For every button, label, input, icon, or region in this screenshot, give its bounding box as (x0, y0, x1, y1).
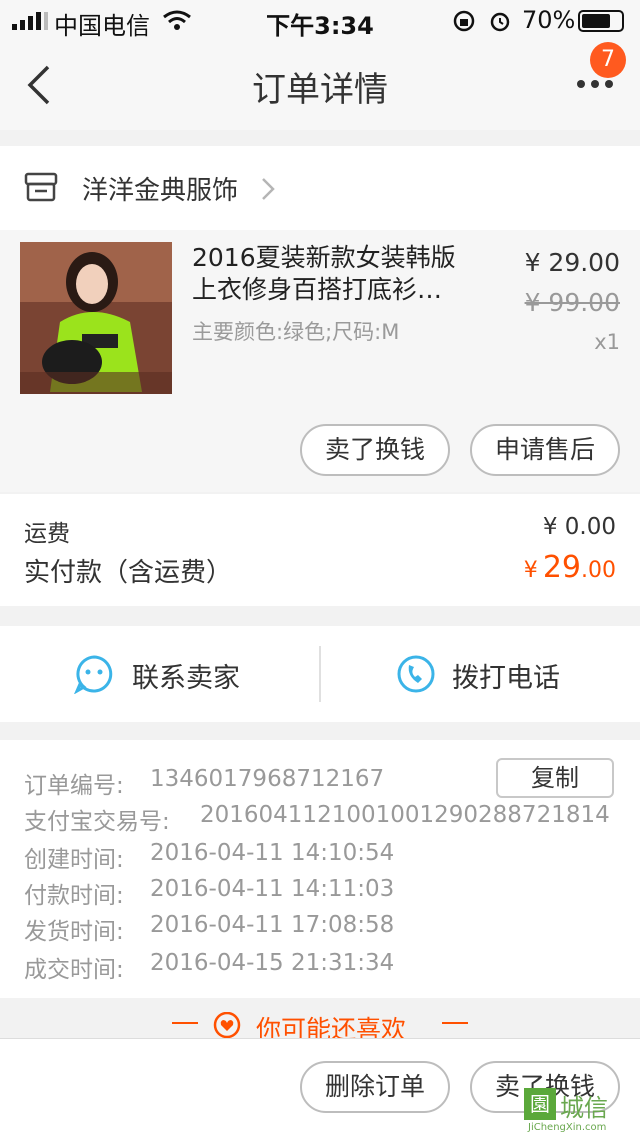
status-bar: 中国电信 下午3:34 70% (0, 0, 640, 40)
contact-row: 联系卖家 拨打电话 (0, 626, 640, 722)
shipped-time-value: 2016-04-11 17:08:58 (150, 912, 395, 938)
sell-item-button[interactable]: 卖了换钱 (300, 424, 450, 476)
order-number-value: 1346017968712167 (150, 766, 385, 792)
nav-bar: 订单详情 7 (0, 40, 640, 130)
paid-decimal: .00 (581, 558, 616, 583)
created-time-label: 创建时间: (24, 847, 124, 873)
product-title-line2: 上衣修身百搭打底衫… (192, 275, 443, 304)
delete-order-button[interactable]: 删除订单 (300, 1061, 450, 1113)
recommend-title: 你可能还喜欢 (256, 1015, 407, 1038)
alarm-icon (490, 12, 510, 32)
product-quantity: x1 (594, 330, 620, 354)
recommend-line-left (172, 1022, 198, 1024)
alipay-trade-label: 支付宝交易号: (24, 809, 170, 835)
shipped-time-label: 发货时间: (24, 919, 124, 945)
completed-time-label: 成交时间: (24, 957, 124, 983)
product-price: ¥ 29.00 (524, 248, 620, 277)
rotation-lock-icon (453, 10, 475, 32)
completed-time-value: 2016-04-15 21:31:34 (150, 950, 395, 976)
product-title[interactable]: 2016夏装新款女装韩版 上衣修身百搭打底衫… (192, 242, 456, 306)
recommend-header: 你可能还喜欢 (0, 998, 640, 1038)
watermark-url: JiChengXin.com (528, 1122, 607, 1133)
paid-currency: ¥ (523, 558, 538, 583)
phone-icon (397, 655, 435, 693)
order-info: 复制 订单编号: 1346017968712167 支付宝交易号: 201604… (0, 740, 640, 998)
message-badge: 7 (590, 42, 626, 78)
page-title: 订单详情 (252, 70, 388, 110)
heart-icon (213, 1012, 241, 1038)
call-phone-button[interactable]: 拨打电话 (320, 626, 640, 722)
shipping-label: 运费 (24, 521, 70, 547)
battery-percent: 70% (522, 6, 576, 34)
paid-time-value: 2016-04-11 14:11:03 (150, 876, 395, 902)
order-number-label: 订单编号: (24, 773, 124, 799)
shop-row[interactable]: 洋洋金典服饰 (0, 146, 640, 230)
payment-summary: 运费 ¥ 0.00 实付款（含运费） ¥ 29.00 (0, 494, 640, 606)
product-original-price: ¥ 99.00 (524, 288, 620, 317)
product-actions: 卖了换钱 申请售后 (0, 400, 640, 492)
shop-name: 洋洋金典服饰 (82, 176, 239, 206)
alipay-trade-value: 2016041121001001290288721814 (200, 802, 610, 828)
smiley-chat-icon (74, 655, 113, 694)
paid-label: 实付款（含运费） (24, 558, 233, 588)
copy-button[interactable]: 复制 (496, 758, 614, 798)
watermark-text: 城信 (560, 1094, 608, 1122)
chevron-right-icon (262, 178, 275, 200)
recommend-line-right (442, 1022, 468, 1024)
paid-time-label: 付款时间: (24, 883, 124, 909)
shop-icon (24, 172, 58, 202)
after-sale-button[interactable]: 申请售后 (470, 424, 620, 476)
product-title-line1: 2016夏装新款女装韩版 (192, 243, 456, 272)
battery-icon (578, 10, 624, 32)
shipping-value: ¥ 0.00 (542, 514, 616, 540)
product-image (20, 242, 172, 394)
call-phone-label: 拨打电话 (452, 663, 560, 694)
watermark: 園 城信 JiChengXin.com (524, 1088, 636, 1134)
product-sku: 主要颜色:绿色;尺码:M (192, 320, 400, 344)
paid-integer: 29 (542, 550, 581, 585)
more-dots-icon[interactable] (576, 78, 616, 90)
paid-amount: ¥ 29.00 (524, 550, 616, 585)
created-time-value: 2016-04-11 14:10:54 (150, 840, 395, 866)
watermark-logo: 園 (524, 1088, 556, 1120)
contact-seller-label: 联系卖家 (132, 663, 240, 694)
contact-seller-button[interactable]: 联系卖家 (0, 626, 320, 722)
